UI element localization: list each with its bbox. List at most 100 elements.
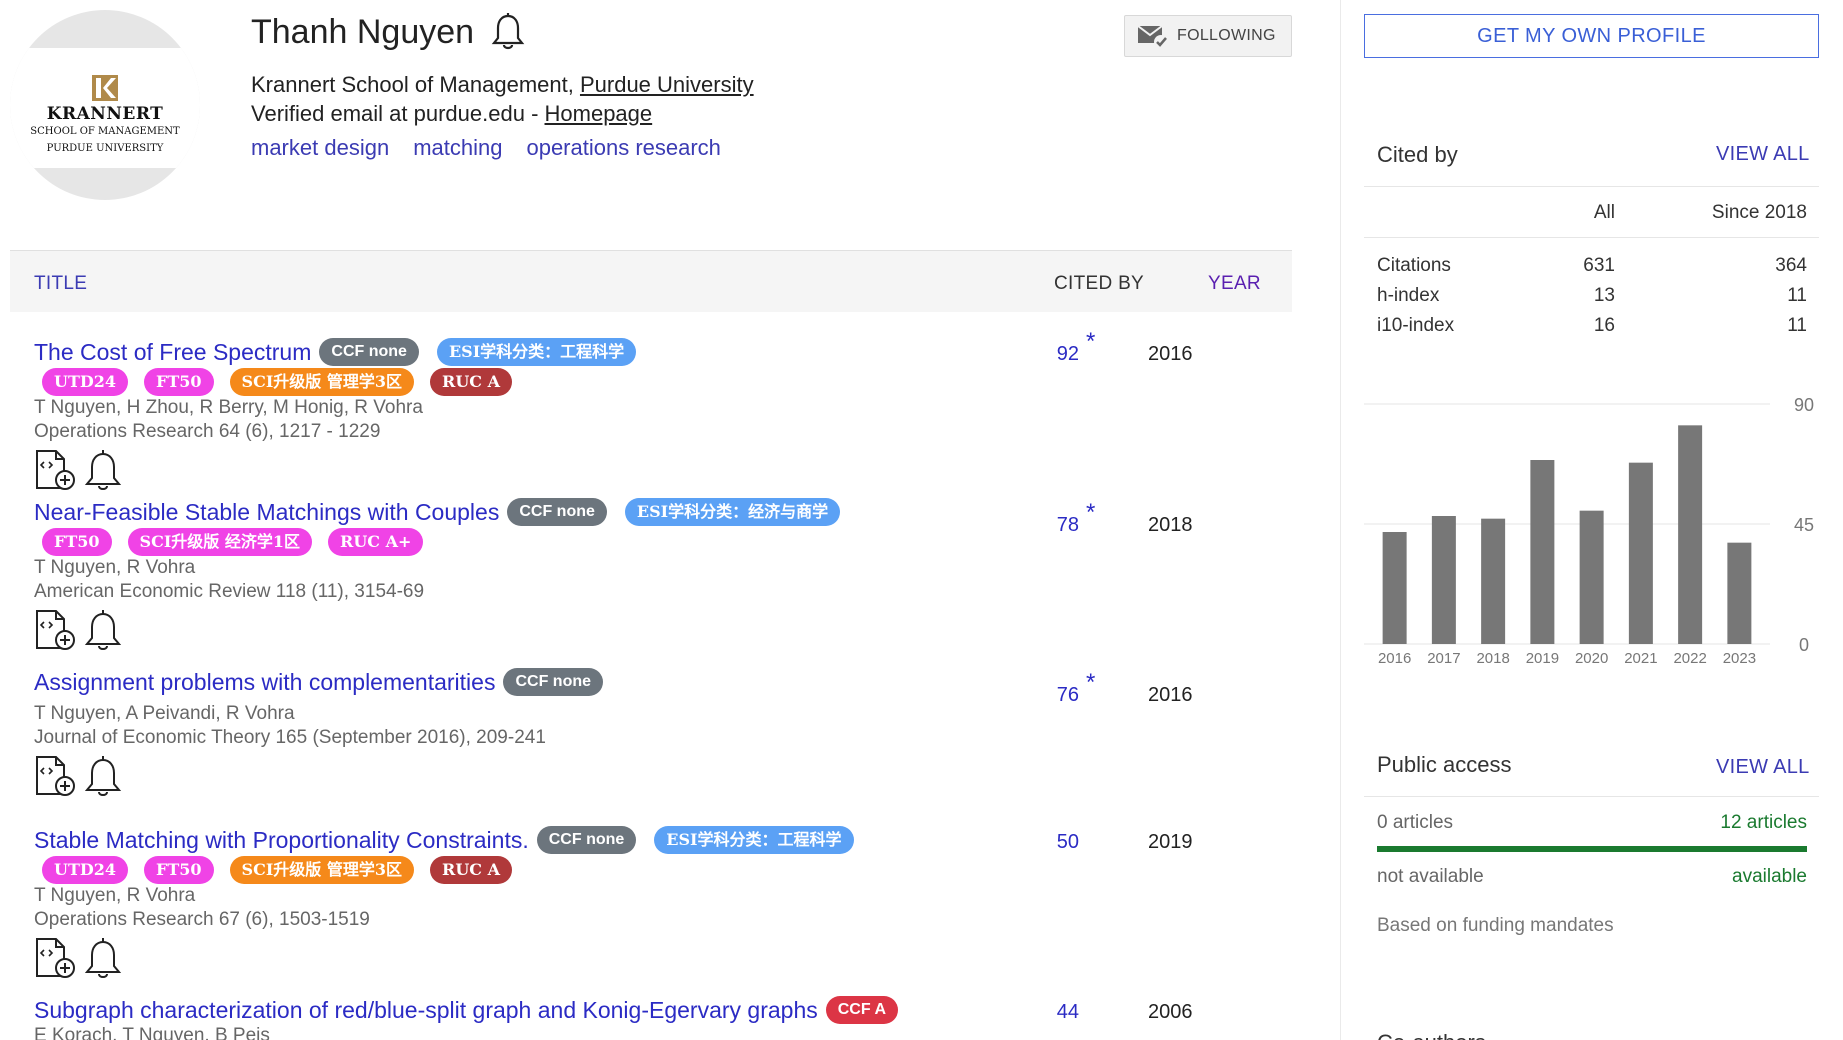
cited-by-count[interactable]: 92 xyxy=(1019,343,1079,366)
alert-bell-icon[interactable] xyxy=(82,608,124,652)
cited-by-count[interactable]: 44 xyxy=(1019,1001,1079,1024)
logo-line-3: PURDUE UNIVERSITY xyxy=(46,143,164,154)
merged-citations-star[interactable]: * xyxy=(1086,669,1095,697)
merged-citations-star[interactable]: * xyxy=(1086,499,1095,527)
chart-y-tick-label: 90 xyxy=(1794,395,1814,415)
public-access-heading: Public access xyxy=(1377,752,1512,777)
esi-badge: ESI学科分类：工程科学 xyxy=(654,826,854,854)
chart-y-tick-label: 0 xyxy=(1799,635,1809,655)
add-to-library-icon[interactable] xyxy=(34,448,76,492)
article-year: 2018 xyxy=(1148,514,1193,536)
chart-bar[interactable] xyxy=(1481,518,1506,644)
article-venue: Operations Research 67 (6), 1503-1519 xyxy=(34,909,370,930)
ruc-badge: RUC A xyxy=(430,856,512,884)
cited-by-count[interactable]: 76 xyxy=(1019,684,1079,707)
stat-citations-since: 364 xyxy=(1775,255,1807,276)
article-title[interactable]: Subgraph characterization of red/blue-sp… xyxy=(34,997,818,1024)
chart-bar[interactable] xyxy=(1382,532,1407,644)
scholar-profile-page: { "profile": { "name": "Thanh Nguyen", "… xyxy=(0,0,1843,1040)
follow-bell-icon[interactable] xyxy=(490,12,526,52)
funding-mandates-note: Based on funding mandates xyxy=(1377,915,1614,936)
alert-bell-icon[interactable] xyxy=(82,754,124,798)
article-year: 2016 xyxy=(1148,343,1193,365)
profile-name: Thanh Nguyen xyxy=(251,12,475,51)
add-to-library-icon[interactable] xyxy=(34,608,76,652)
sci-badge: SCI升级版 管理学3区 xyxy=(229,856,415,884)
divider xyxy=(1364,237,1819,238)
chart-bar[interactable] xyxy=(1727,542,1752,644)
cited-by-heading: Cited by xyxy=(1377,142,1458,167)
interest-market-design[interactable]: market design xyxy=(251,135,389,161)
cited-by-count[interactable]: 50 xyxy=(1019,831,1079,854)
chart-x-tick-label: 2022 xyxy=(1673,650,1706,667)
public-access-view-all[interactable]: VIEW ALL xyxy=(1716,756,1810,779)
cited-by-view-all[interactable]: VIEW ALL xyxy=(1716,143,1810,166)
stat-label-h-index: h-index xyxy=(1377,285,1440,306)
affiliation-text: Krannert School of Management, xyxy=(251,72,580,97)
chart-bar[interactable] xyxy=(1431,516,1456,644)
ft50-badge: FT50 xyxy=(42,528,112,556)
stat-h-index-all: 13 xyxy=(1593,285,1615,306)
stat-citations-all: 631 xyxy=(1583,255,1615,276)
chart-bar[interactable] xyxy=(1579,510,1604,644)
article-title[interactable]: Stable Matching with Proportionality Con… xyxy=(34,827,529,854)
not-available-count[interactable]: 0 articles xyxy=(1377,812,1453,834)
ruc-badge: RUC A xyxy=(430,368,512,396)
add-to-library-icon[interactable] xyxy=(34,754,76,798)
interest-operations-research[interactable]: operations research xyxy=(526,135,720,161)
sort-by-year[interactable]: YEAR xyxy=(1208,273,1261,295)
chart-bar[interactable] xyxy=(1628,462,1653,644)
merged-citations-star[interactable]: * xyxy=(1086,328,1095,356)
research-interests: market design matching operations resear… xyxy=(251,135,721,161)
article-venue: Operations Research 64 (6), 1217 - 1229 xyxy=(34,421,381,442)
article-row: Subgraph characterization of red/blue-sp… xyxy=(34,996,1292,1040)
article-row: Near-Feasible Stable Matchings with Coup… xyxy=(34,498,1292,652)
divider xyxy=(1364,796,1819,797)
article-authors: T Nguyen, H Zhou, R Berry, M Honig, R Vo… xyxy=(34,397,423,418)
homepage-link[interactable]: Homepage xyxy=(545,101,653,126)
available-label: available xyxy=(1732,866,1807,887)
following-button[interactable]: FOLLOWING xyxy=(1124,15,1292,57)
chart-x-tick-label: 2016 xyxy=(1378,650,1411,667)
article-title[interactable]: Assignment problems with complementariti… xyxy=(34,669,495,696)
stat-i10-all: 16 xyxy=(1593,315,1615,336)
not-available-label: not available xyxy=(1377,866,1484,887)
cited-by-count[interactable]: 78 xyxy=(1019,514,1079,537)
article-title[interactable]: The Cost of Free Spectrum xyxy=(34,339,311,366)
sort-by-cited[interactable]: CITED BY xyxy=(1054,273,1144,295)
ruc-badge: RUC A+ xyxy=(328,528,424,556)
available-count[interactable]: 12 articles xyxy=(1680,812,1807,834)
utd24-badge: UTD24 xyxy=(42,856,128,884)
chart-x-tick-label: 2018 xyxy=(1476,650,1509,667)
envelope-check-icon xyxy=(1137,25,1168,49)
chart-bar[interactable] xyxy=(1530,460,1555,644)
article-authors: E Korach, T Nguyen, B Peis xyxy=(34,1025,270,1040)
get-my-own-profile-button[interactable]: GET MY OWN PROFILE xyxy=(1364,14,1819,58)
ccf-badge: CCF none xyxy=(319,338,419,366)
utd24-badge: UTD24 xyxy=(42,368,128,396)
co-authors-heading: Co-authors xyxy=(1377,1030,1486,1040)
interest-matching[interactable]: matching xyxy=(413,135,502,161)
profile-avatar: KRANNERT SCHOOL OF MANAGEMENT PURDUE UNI… xyxy=(10,10,200,200)
divider xyxy=(1364,186,1819,187)
chart-x-tick-label: 2017 xyxy=(1427,650,1460,667)
article-authors: T Nguyen, R Vohra xyxy=(34,885,196,906)
sci-badge: SCI升级版 经济学1区 xyxy=(127,528,313,556)
ccf-badge: CCF none xyxy=(503,668,604,696)
add-to-library-icon[interactable] xyxy=(34,936,76,980)
article-row: The Cost of Free Spectrum CCF none ESI学科… xyxy=(34,338,1292,492)
stat-label-i10-index: i10-index xyxy=(1377,315,1455,336)
ft50-badge: FT50 xyxy=(144,368,214,396)
article-title[interactable]: Near-Feasible Stable Matchings with Coup… xyxy=(34,499,499,526)
alert-bell-icon[interactable] xyxy=(82,936,124,980)
article-year: 2016 xyxy=(1148,684,1193,706)
sort-by-title[interactable]: TITLE xyxy=(34,273,87,295)
article-authors: T Nguyen, A Peivandi, R Vohra xyxy=(34,703,295,724)
alert-bell-icon[interactable] xyxy=(82,448,124,492)
chart-y-tick-label: 45 xyxy=(1794,515,1814,535)
chart-x-tick-label: 2019 xyxy=(1526,650,1559,667)
chart-bar[interactable] xyxy=(1678,425,1703,644)
stat-label-citations: Citations xyxy=(1377,255,1451,276)
chart-x-tick-label: 2021 xyxy=(1624,650,1657,667)
affiliation-link[interactable]: Purdue University xyxy=(580,72,754,97)
